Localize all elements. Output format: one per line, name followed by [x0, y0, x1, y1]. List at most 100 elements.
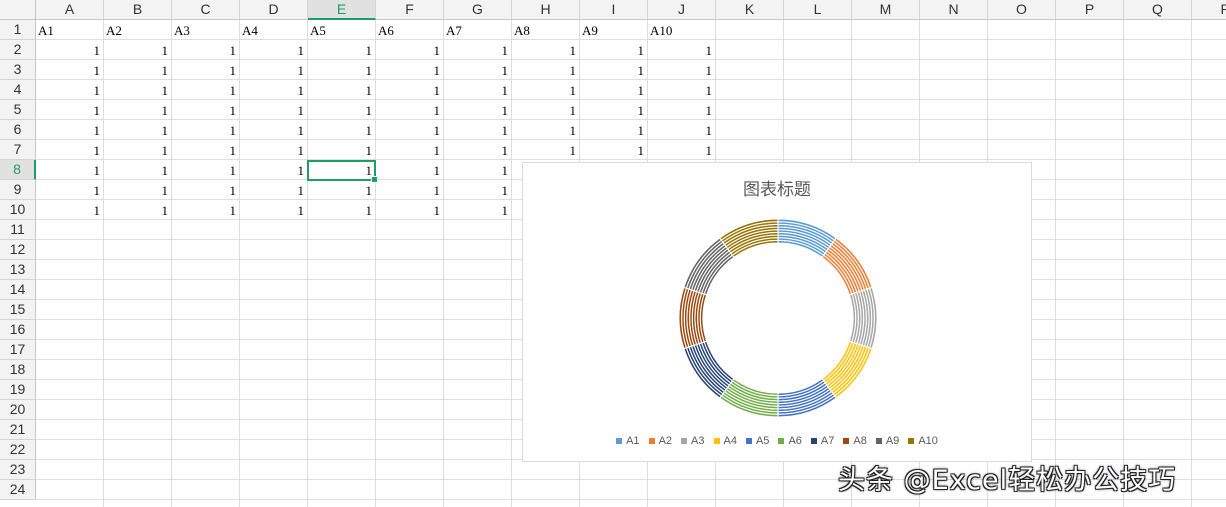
cell-G2[interactable]: 1 [444, 40, 512, 60]
cell-E5[interactable]: 1 [308, 100, 376, 120]
cell-A6[interactable]: 1 [36, 120, 104, 140]
column-header-K[interactable]: K [716, 0, 784, 20]
cell-J4[interactable]: 1 [648, 80, 716, 100]
legend-item-A6[interactable]: A6 [778, 435, 802, 447]
row-header-11[interactable]: 11 [0, 220, 36, 240]
row-header-21[interactable]: 21 [0, 420, 36, 440]
cell-A7[interactable]: 1 [36, 140, 104, 160]
column-header-D[interactable]: D [240, 0, 308, 20]
legend-item-A10[interactable]: A10 [908, 435, 938, 447]
cell-D4[interactable]: 1 [240, 80, 308, 100]
cell-G4[interactable]: 1 [444, 80, 512, 100]
cell-D1[interactable]: A4 [240, 20, 308, 40]
cell-D5[interactable]: 1 [240, 100, 308, 120]
cell-A3[interactable]: 1 [36, 60, 104, 80]
cell-H4[interactable]: 1 [512, 80, 580, 100]
cell-E1[interactable]: A5 [308, 20, 376, 40]
cell-G7[interactable]: 1 [444, 140, 512, 160]
cell-A9[interactable]: 1 [36, 180, 104, 200]
row-header-15[interactable]: 15 [0, 300, 36, 320]
cell-B3[interactable]: 1 [104, 60, 172, 80]
column-header-L[interactable]: L [784, 0, 852, 20]
cell-A10[interactable]: 1 [36, 200, 104, 220]
column-header-B[interactable]: B [104, 0, 172, 20]
row-header-6[interactable]: 6 [0, 120, 36, 140]
cell-F2[interactable]: 1 [376, 40, 444, 60]
row-header-18[interactable]: 18 [0, 360, 36, 380]
cell-G1[interactable]: A7 [444, 20, 512, 40]
column-header-O[interactable]: O [988, 0, 1056, 20]
legend-item-A3[interactable]: A3 [681, 435, 705, 447]
column-header-N[interactable]: N [920, 0, 988, 20]
cell-C9[interactable]: 1 [172, 180, 240, 200]
row-header-16[interactable]: 16 [0, 320, 36, 340]
cell-E6[interactable]: 1 [308, 120, 376, 140]
row-header-1[interactable]: 1 [0, 20, 36, 40]
legend-item-A5[interactable]: A5 [745, 435, 769, 447]
cell-G10[interactable]: 1 [444, 200, 512, 220]
cell-I5[interactable]: 1 [580, 100, 648, 120]
select-all-corner[interactable] [0, 0, 36, 20]
cell-C5[interactable]: 1 [172, 100, 240, 120]
fill-handle[interactable] [371, 176, 378, 183]
cell-C4[interactable]: 1 [172, 80, 240, 100]
legend-item-A4[interactable]: A4 [713, 435, 737, 447]
row-header-8[interactable]: 8 [0, 160, 36, 180]
row-header-22[interactable]: 22 [0, 440, 36, 460]
cell-F8[interactable]: 1 [376, 160, 444, 180]
column-header-M[interactable]: M [852, 0, 920, 20]
cell-A8[interactable]: 1 [36, 160, 104, 180]
cell-H2[interactable]: 1 [512, 40, 580, 60]
row-header-23[interactable]: 23 [0, 460, 36, 480]
cell-J3[interactable]: 1 [648, 60, 716, 80]
row-header-13[interactable]: 13 [0, 260, 36, 280]
cell-B5[interactable]: 1 [104, 100, 172, 120]
row-header-12[interactable]: 12 [0, 240, 36, 260]
cell-H7[interactable]: 1 [512, 140, 580, 160]
cell-F9[interactable]: 1 [376, 180, 444, 200]
column-header-C[interactable]: C [172, 0, 240, 20]
cell-H6[interactable]: 1 [512, 120, 580, 140]
cell-I6[interactable]: 1 [580, 120, 648, 140]
row-header-19[interactable]: 19 [0, 380, 36, 400]
column-header-R[interactable]: R [1192, 0, 1226, 20]
cell-B10[interactable]: 1 [104, 200, 172, 220]
cell-J2[interactable]: 1 [648, 40, 716, 60]
spreadsheet-grid[interactable]: ABCDEFGHIJKLMNOPQR 1 2 3 4 5 6 7 8 9 10 11 12 13 14 15… [0, 0, 1226, 507]
cell-E2[interactable]: 1 [308, 40, 376, 60]
cell-I4[interactable]: 1 [580, 80, 648, 100]
cell-C1[interactable]: A3 [172, 20, 240, 40]
cell-B4[interactable]: 1 [104, 80, 172, 100]
cell-F4[interactable]: 1 [376, 80, 444, 100]
cell-C7[interactable]: 1 [172, 140, 240, 160]
cell-E7[interactable]: 1 [308, 140, 376, 160]
cell-D9[interactable]: 1 [240, 180, 308, 200]
cell-B9[interactable]: 1 [104, 180, 172, 200]
cell-E9[interactable]: 1 [308, 180, 376, 200]
cell-I2[interactable]: 1 [580, 40, 648, 60]
cell-J7[interactable]: 1 [648, 140, 716, 160]
cell-F1[interactable]: A6 [376, 20, 444, 40]
cell-J5[interactable]: 1 [648, 100, 716, 120]
cell-D3[interactable]: 1 [240, 60, 308, 80]
chart-title[interactable]: 图表标题 [523, 175, 1031, 200]
cell-B2[interactable]: 1 [104, 40, 172, 60]
row-header-4[interactable]: 4 [0, 80, 36, 100]
cell-E4[interactable]: 1 [308, 80, 376, 100]
cell-G6[interactable]: 1 [444, 120, 512, 140]
column-header-F[interactable]: F [376, 0, 444, 20]
cell-D10[interactable]: 1 [240, 200, 308, 220]
row-header-17[interactable]: 17 [0, 340, 36, 360]
row-header-24[interactable]: 24 [0, 480, 36, 500]
column-header-H[interactable]: H [512, 0, 580, 20]
cell-J6[interactable]: 1 [648, 120, 716, 140]
column-header-G[interactable]: G [444, 0, 512, 20]
row-header-5[interactable]: 5 [0, 100, 36, 120]
cell-C8[interactable]: 1 [172, 160, 240, 180]
cell-B6[interactable]: 1 [104, 120, 172, 140]
cell-B7[interactable]: 1 [104, 140, 172, 160]
doughnut-plot[interactable] [673, 213, 883, 423]
cell-C10[interactable]: 1 [172, 200, 240, 220]
row-header-14[interactable]: 14 [0, 280, 36, 300]
cell-B8[interactable]: 1 [104, 160, 172, 180]
